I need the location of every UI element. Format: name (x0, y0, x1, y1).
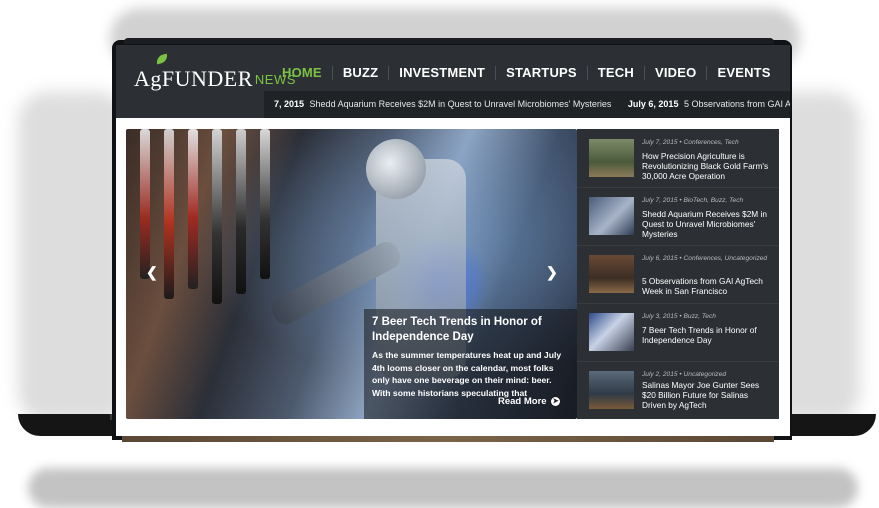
leaf-icon (155, 53, 169, 65)
post-meta: July 2, 2015 • Uncategorized (642, 371, 727, 378)
post-meta: July 3, 2015 • Buzz, Tech (642, 313, 716, 320)
list-item[interactable]: July 6, 2015 • Conferences, Uncategorize… (577, 245, 779, 304)
ticker-date: 7, 2015 (274, 99, 305, 109)
chevron-left-icon[interactable]: ❮ (146, 264, 158, 281)
post-thumbnail[interactable] (589, 255, 634, 293)
ticker-item[interactable]: July 6, 2015 5 Observations from GAI AgT… (628, 91, 790, 118)
read-more-link[interactable]: Read More ➤ (498, 396, 561, 407)
beer-tap-image (140, 129, 150, 279)
post-title[interactable]: Shedd Aquarium Receives $2M in Quest to … (642, 209, 774, 239)
beer-tap-image (188, 129, 198, 289)
main-nav: HOME BUZZ INVESTMENT STARTUPS TECH VIDEO… (272, 65, 781, 80)
device-top-edge (124, 38, 774, 44)
nav-item-investment[interactable]: INVESTMENT (389, 65, 495, 80)
post-thumbnail[interactable] (589, 139, 634, 177)
post-thumbnail[interactable] (589, 313, 634, 351)
list-item[interactable]: July 7, 2015 • Conferences, Tech How Pre… (577, 129, 779, 188)
post-meta: July 7, 2015 • BioTech, Buzz, Tech (642, 197, 744, 204)
post-meta: July 6, 2015 • Conferences, Uncategorize… (642, 255, 768, 262)
beer-tap-image (236, 129, 246, 294)
list-item[interactable]: July 2, 2015 • Uncategorized Salinas May… (577, 361, 779, 419)
post-title[interactable]: 5 Observations from GAI AgTech Week in S… (642, 276, 774, 296)
list-item[interactable]: July 3, 2015 • Buzz, Tech 7 Beer Tech Tr… (577, 303, 779, 362)
post-meta: July 7, 2015 • Conferences, Tech (642, 139, 739, 146)
post-title[interactable]: How Precision Agriculture is Revolutioni… (642, 151, 774, 181)
device-shadow-bottom (28, 468, 858, 508)
slide-title[interactable]: 7 Beer Tech Trends in Honor of Independe… (372, 315, 552, 345)
nav-item-home[interactable]: HOME (272, 65, 332, 80)
nav-item-startups[interactable]: STARTUPS (496, 65, 587, 80)
beer-tap-image (164, 129, 174, 299)
read-more-label: Read More (498, 396, 547, 407)
ticker-date: July 6, 2015 (627, 99, 679, 109)
list-item[interactable]: July 7, 2015 • BioTech, Buzz, Tech Shedd… (577, 187, 779, 246)
recent-posts-sidebar: July 7, 2015 • Conferences, Tech How Pre… (577, 129, 779, 419)
news-ticker: 7, 2015 Shedd Aquarium Receives $2M in Q… (264, 91, 790, 118)
post-thumbnail[interactable] (589, 197, 634, 235)
page-bottom-strip (122, 436, 774, 442)
nav-item-tech[interactable]: TECH (588, 65, 644, 80)
post-title[interactable]: 7 Beer Tech Trends in Honor of Independe… (642, 325, 774, 345)
beer-tap-image (212, 129, 222, 304)
nav-item-video[interactable]: VIDEO (645, 65, 706, 80)
nav-item-buzz[interactable]: BUZZ (333, 65, 388, 80)
ticker-title: 5 Observations from GAI AgTech Week in (683, 99, 790, 109)
beer-tap-image (260, 129, 270, 279)
chevron-right-icon[interactable]: ❯ (546, 264, 558, 281)
post-thumbnail[interactable] (589, 371, 634, 409)
ticker-title: Shedd Aquarium Receives $2M in Quest to … (309, 99, 612, 109)
slide-excerpt: As the summer temperatures heat up and J… (372, 350, 562, 398)
ticker-item[interactable]: 7, 2015 Shedd Aquarium Receives $2M in Q… (274, 91, 611, 118)
logo-main-text: AgFUNDER (134, 66, 253, 91)
post-title[interactable]: Salinas Mayor Joe Gunter Sees $20 Billio… (642, 380, 774, 410)
robot-head-image (366, 139, 426, 199)
nav-item-events[interactable]: EVENTS (707, 65, 780, 80)
arrow-right-circle-icon: ➤ (551, 396, 561, 406)
site-header: AgFUNDER NEWS HOME BUZZ INVESTMENT START… (116, 45, 790, 118)
